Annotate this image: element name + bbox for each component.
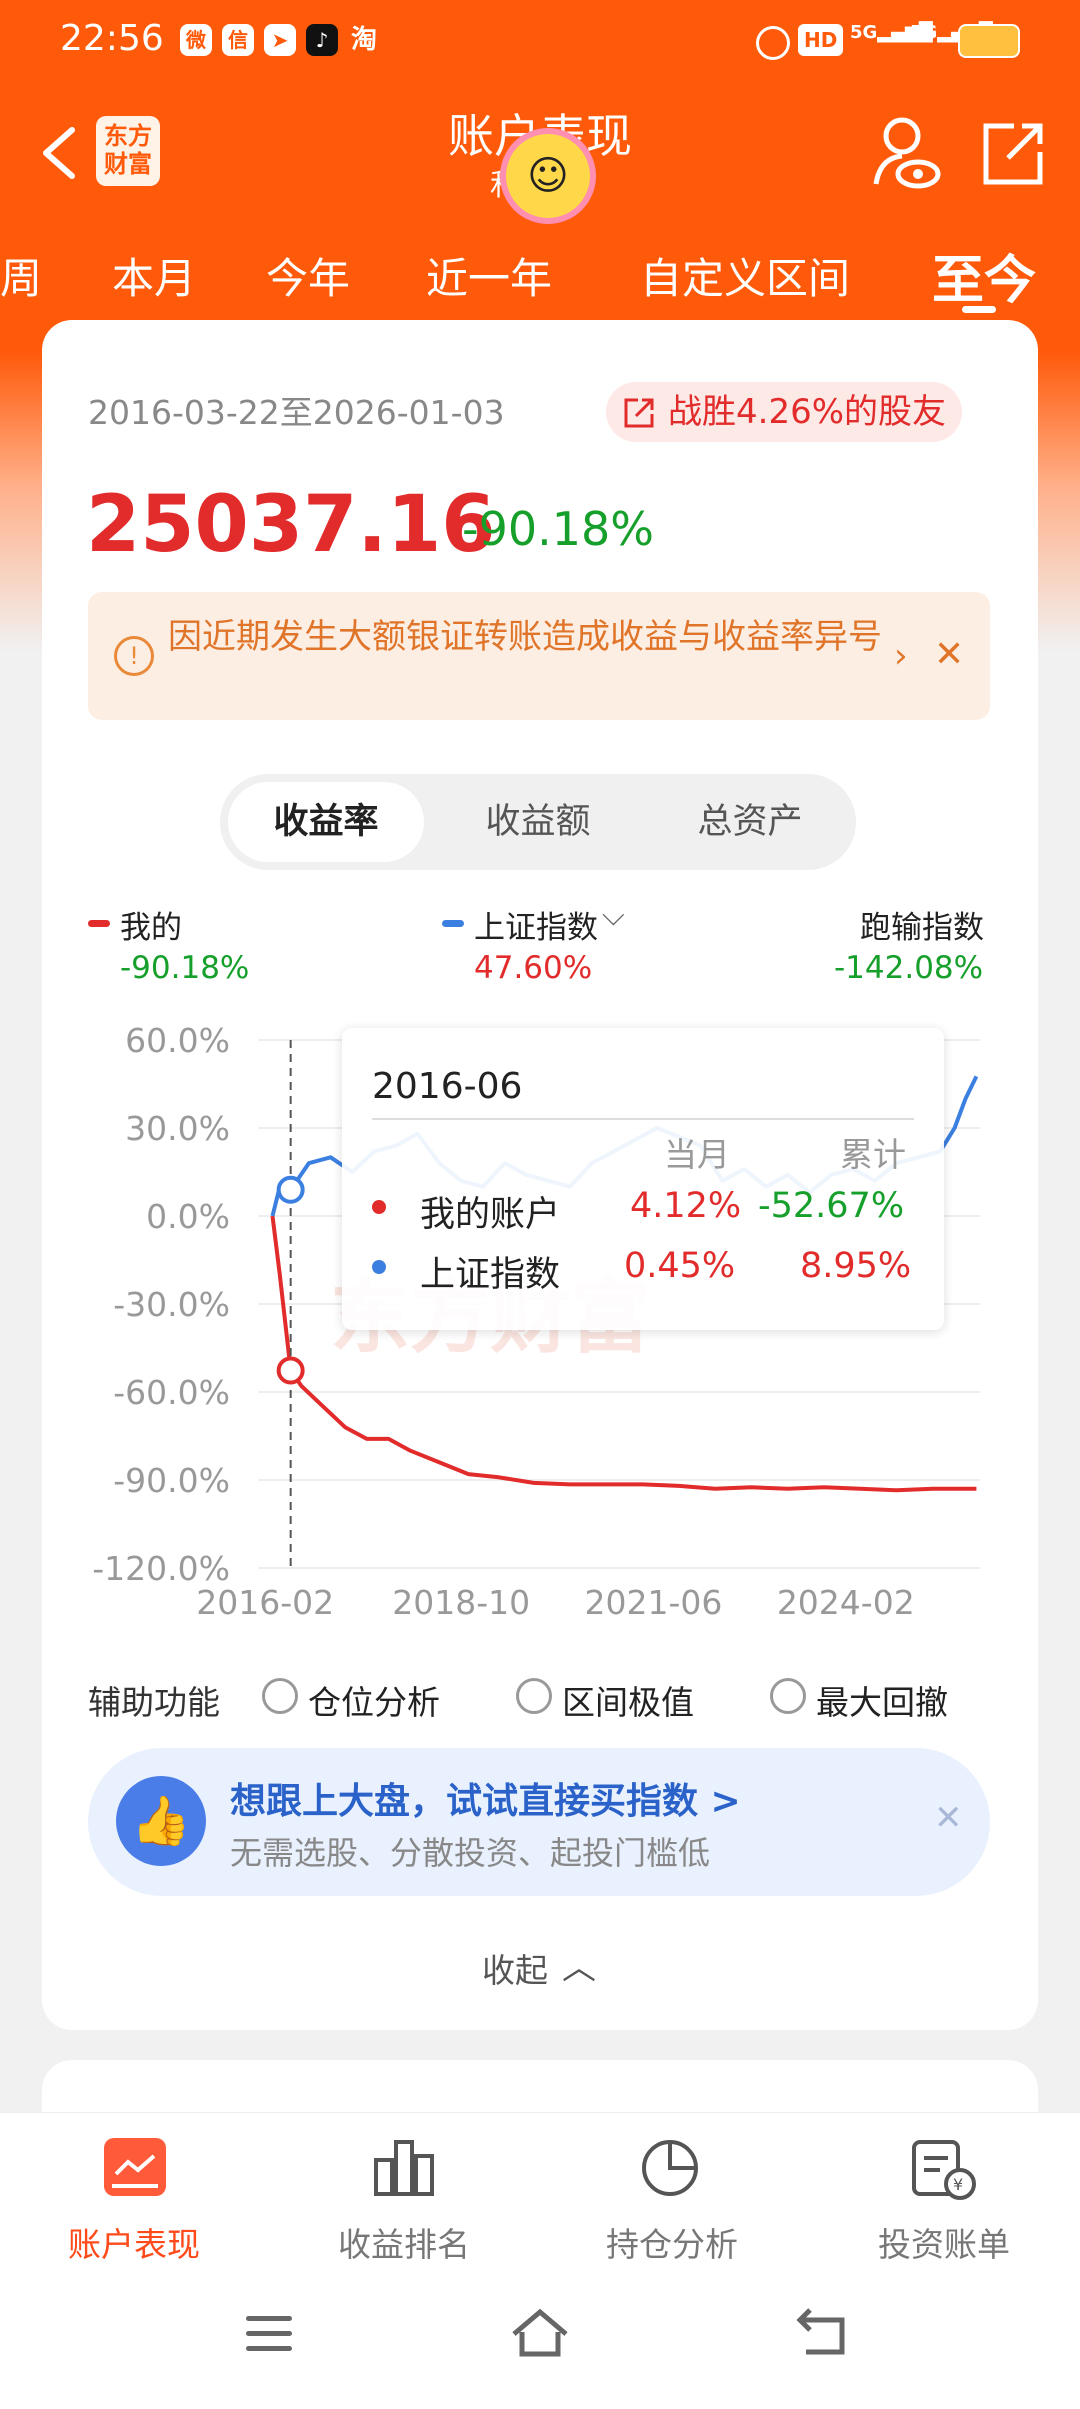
marker-mine [276,1356,305,1385]
tab-this-month[interactable]: 本月 [112,245,196,306]
tooltip-mine-dot [372,1200,386,1214]
back-system-icon[interactable] [794,2306,854,2362]
y-tick-label: -90.0% [113,1461,230,1500]
tooltip-col-month: 当月 [664,1135,730,1174]
tooltip-index-dot [372,1260,386,1274]
legend-index-label[interactable]: 上证指数 [474,902,598,947]
radio-max-drawdown[interactable] [770,1678,806,1714]
profile-eye-button[interactable] [872,112,942,192]
x-tick-label: 2024-02 [777,1583,915,1620]
taobao-icon: 淘 [350,25,377,55]
legend-mine-value: -90.18% [120,950,250,986]
tooltip-divider [372,1118,914,1120]
tooltip-mine-month: 4.12% [630,1186,742,1226]
radio-range-extreme[interactable] [516,1678,552,1714]
sticker-emoji-icon: ☺ [500,128,596,224]
telegram-icon: ➤ [264,24,296,56]
y-tick-label: 0.0% [146,1197,230,1236]
x-tick-label: 2018-10 [392,1583,530,1620]
segment-total-assets[interactable]: 总资产 [652,782,848,862]
beat-badge-label: 战胜4.26%的股友 [668,392,947,432]
tooltip-date: 2016-06 [372,1066,523,1107]
tooltip-mine-label: 我的账户 [420,1195,561,1235]
tooltip-index-month: 0.45% [624,1246,736,1286]
nav-account-performance[interactable]: 账户表现 [34,2218,234,2266]
user-eye-icon [873,117,941,189]
tab-this-year[interactable]: 今年 [266,245,350,306]
nav-holdings-analysis[interactable]: 持仓分析 [572,2218,772,2266]
account-performance-icon[interactable] [104,2138,166,2196]
marker-index [276,1175,305,1204]
aux-label: 辅助功能 [88,1683,220,1722]
home-icon[interactable] [508,2306,572,2362]
segment-return-rate[interactable]: 收益率 [228,782,424,862]
aux-option-position[interactable]: 仓位分析 [308,1676,440,1724]
promo-subtitle: 无需选股、分散投资、起投门槛低 [230,1834,711,1872]
status-time: 22:56 [60,18,164,59]
weibo-icon: 微 [180,24,212,56]
tab-custom-range[interactable]: 自定义区间 [640,245,850,306]
tooltip-mine-total: -52.67% [758,1186,905,1226]
hd-icon: HD [798,24,844,56]
close-notice-icon[interactable]: ✕ [934,634,964,675]
close-promo-icon[interactable]: ✕ [934,1798,963,1838]
tooltip-index-total: 8.95% [800,1246,912,1286]
nav-investment-bill[interactable]: 投资账单 [844,2218,1044,2266]
segment-return-amount[interactable]: 收益额 [440,782,636,862]
tab-week[interactable]: 周 [0,245,42,306]
profit-amount: 25037.16 [86,480,496,570]
y-tick-label: 60.0% [125,1021,230,1060]
y-tick-label: 30.0% [125,1109,230,1148]
share-icon [983,123,1043,185]
aux-option-extreme[interactable]: 区间极值 [562,1676,694,1724]
alarm-icon [756,26,790,60]
promo-title[interactable]: 想跟上大盘，试试直接买指数 > [230,1772,741,1824]
bill-icon[interactable]: ¥ [908,2134,978,2200]
legend-index-marker [442,920,464,927]
radio-position-analysis[interactable] [262,1678,298,1714]
tooltip-index-label: 上证指数 [420,1255,561,1295]
tab-indicator [962,306,996,313]
pie-chart-icon[interactable] [640,2134,704,2198]
y-tick-label: -60.0% [113,1373,230,1412]
notice-text: 因近期发生大额银证转账造成收益与收益率异号 [168,617,882,657]
y-tick-label: -30.0% [113,1285,230,1324]
tiktok-icon: ♪ [306,24,338,56]
battery-icon [958,24,1020,58]
chevron-right-icon[interactable]: › [894,636,908,676]
beat-badge[interactable]: 战胜4.26%的股友 [606,382,963,442]
collapse-button[interactable]: 收起 [482,1944,548,1992]
tab-last-year[interactable]: 近一年 [426,245,552,306]
legend-mine-marker [88,920,110,927]
legend-mine-label: 我的 [120,910,182,946]
chevron-up-icon[interactable]: ︿ [562,1940,596,1989]
legend-underperform-label: 跑输指数 [860,910,984,946]
menu-icon[interactable] [246,2316,292,2352]
x-tick-label: 2021-06 [585,1583,723,1620]
wechat-icon: 信 [222,24,254,56]
legend-underperform-value: -142.08% [834,950,984,986]
share-small-icon [624,398,654,428]
share-button[interactable] [978,112,1048,192]
warning-icon: ! [114,636,154,676]
tab-to-date[interactable]: 至今 [932,238,1036,313]
thumbs-up-icon: 👍 [116,1776,206,1866]
profit-rate: -90.18% [462,502,654,556]
tooltip-col-total: 累计 [840,1135,906,1174]
nav-return-ranking[interactable]: 收益排名 [304,2218,504,2266]
legend-index-value: 47.60% [474,950,593,986]
chevron-down-icon[interactable]: ⌵ [602,898,625,933]
aux-option-drawdown[interactable]: 最大回撤 [816,1676,948,1724]
date-range: 2016-03-22至2026-01-03 [88,393,505,432]
ranking-icon[interactable] [372,2136,436,2198]
x-tick-label: 2016-02 [196,1583,334,1620]
svg-text:¥: ¥ [953,2175,963,2194]
